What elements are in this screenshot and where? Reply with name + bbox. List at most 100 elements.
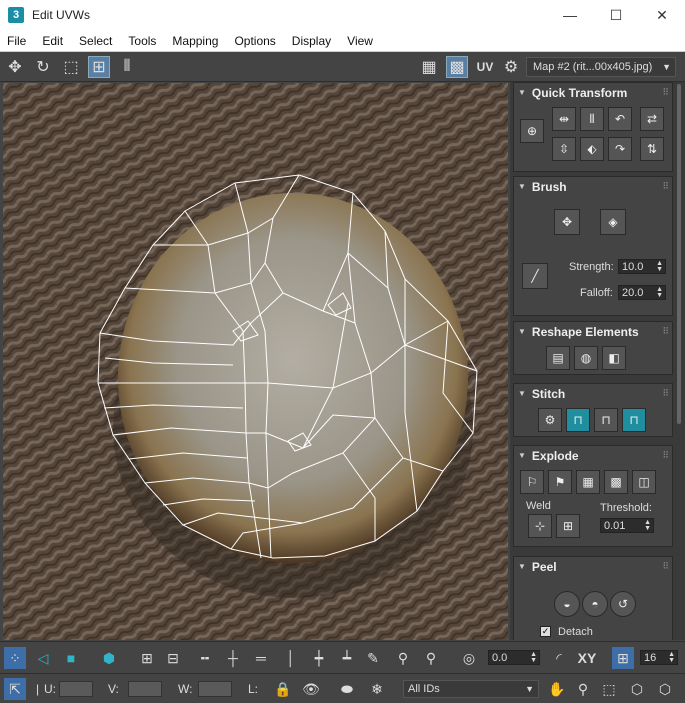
explode-header[interactable]: ▼ Explode <box>514 446 672 465</box>
pan-icon[interactable]: ✋ <box>546 678 568 700</box>
loop-icon[interactable]: ╍ <box>194 647 216 669</box>
menu-view[interactable]: View <box>339 34 381 48</box>
peel-mode-icon[interactable]: ◓ <box>582 591 608 617</box>
rotate-cw-icon[interactable]: ↷ <box>608 137 632 161</box>
freeform-icon[interactable]: ⊞ <box>88 56 110 78</box>
threshold-spinner[interactable]: 0.01 ▲ ▼ <box>600 518 654 533</box>
falloff-curve-icon[interactable]: ╱ <box>522 263 548 289</box>
straighten-icon[interactable]: ▤ <box>546 346 570 370</box>
grow-selection-icon[interactable]: ⊞ <box>136 647 158 669</box>
menu-options[interactable]: Options <box>226 34 283 48</box>
break-by-uv-icon[interactable]: ▩ <box>604 470 628 494</box>
stitch-header[interactable]: ▼ Stitch <box>514 384 672 403</box>
zoom-extents-icon[interactable]: ⬡ <box>626 678 648 700</box>
brush-header[interactable]: ▼ Brush <box>514 177 672 196</box>
reset-peel-icon[interactable]: ↺ <box>610 591 636 617</box>
menu-bar: File Edit Select Tools Mapping Options D… <box>0 30 685 52</box>
align-vertical-icon[interactable]: ⇳ <box>552 137 576 161</box>
shrink-selection-icon[interactable]: ⊟ <box>162 647 184 669</box>
set-pivot-icon[interactable]: ⊕ <box>520 119 544 143</box>
uv-canvas[interactable] <box>3 83 508 640</box>
element-select-icon[interactable]: ⬢ <box>98 647 120 669</box>
ring-icon[interactable]: ┼ <box>222 647 244 669</box>
rotation-spinner[interactable]: 0.0 ▲ ▼ <box>488 650 540 665</box>
falloff-spinner[interactable]: 20.0 ▲ ▼ <box>618 285 666 300</box>
rotate-ccw-icon[interactable]: ↶ <box>608 107 632 131</box>
strength-spinner[interactable]: 10.0 ▲ ▼ <box>618 259 666 274</box>
space-horizontal-icon[interactable]: ⦀ <box>580 107 604 131</box>
stitch-custom-icon[interactable]: ⚙ <box>538 408 562 432</box>
menu-display[interactable]: Display <box>284 34 339 48</box>
menu-select[interactable]: Select <box>71 34 120 48</box>
break-by-material-icon[interactable]: ⚑ <box>548 470 572 494</box>
polygon-select-icon[interactable]: ■ <box>60 647 82 669</box>
uv-toggle[interactable]: UV <box>474 56 496 78</box>
freeze-icon[interactable]: ❄ <box>366 678 388 700</box>
u-field[interactable] <box>59 681 93 697</box>
material-id-select[interactable]: All IDs ▼ <box>403 680 539 698</box>
xy-button[interactable]: XY <box>574 647 600 669</box>
grid-snap-icon[interactable]: ⊞ <box>612 647 634 669</box>
checker-icon[interactable]: ▦ <box>418 56 440 78</box>
zoom-region-icon[interactable]: ⬚ <box>598 678 620 700</box>
paint-grow-icon[interactable]: ⚲ <box>392 647 414 669</box>
menu-mapping[interactable]: Mapping <box>164 34 226 48</box>
show-map-icon[interactable]: ▩ <box>446 56 468 78</box>
soft-selection-icon[interactable]: ◜ <box>548 647 570 669</box>
quick-transform-header[interactable]: ▼ Quick Transform <box>514 83 672 102</box>
pivot-rotate-icon[interactable]: ◎ <box>458 647 480 669</box>
relax-icon[interactable]: ◍ <box>574 346 598 370</box>
scale-icon[interactable]: ⬚ <box>60 56 82 78</box>
uv-viewport[interactable] <box>3 83 508 640</box>
w-field[interactable] <box>198 681 232 697</box>
rotate-icon[interactable]: ↻ <box>32 56 54 78</box>
paint-move-icon[interactable]: ✥ <box>554 209 580 235</box>
panel-scrollbar[interactable] <box>676 82 682 640</box>
detach-checkbox[interactable]: ✓ <box>540 626 551 637</box>
flip-vertical-icon[interactable]: ⇅ <box>640 137 664 161</box>
hide-icon[interactable]: 👁 <box>300 678 322 700</box>
mirror-icon[interactable]: ⫴ <box>116 56 138 78</box>
align-horizontal-icon[interactable]: ⇹ <box>552 107 576 131</box>
align-to-edge-icon[interactable]: ⬖ <box>580 137 604 161</box>
edge-select-icon[interactable]: ◁ <box>32 647 54 669</box>
menu-file[interactable]: File <box>0 34 34 48</box>
lock-icon[interactable]: 🔒 <box>272 678 294 700</box>
close-button[interactable]: ✕ <box>639 0 685 30</box>
freeze-mask-icon[interactable]: ⬬ <box>336 678 358 700</box>
pin-icon[interactable]: ┷ <box>336 647 358 669</box>
map-select[interactable]: Map #2 (rit...00x405.jpg) ▼ <box>526 57 676 77</box>
edge-loop-icon[interactable]: ═ <box>250 647 272 669</box>
weld-all-icon[interactable]: ⊞ <box>556 514 580 538</box>
peel-header[interactable]: ▼ Peel <box>514 557 672 576</box>
quick-peel-icon[interactable]: ◒ <box>554 591 580 617</box>
break-icon[interactable]: ◫ <box>632 470 656 494</box>
stitch-source-icon[interactable]: ⊓ <box>566 408 590 432</box>
menu-edit[interactable]: Edit <box>34 34 71 48</box>
move-icon[interactable]: ✥ <box>4 56 26 78</box>
vertex-select-icon[interactable]: ⁘ <box>4 647 26 669</box>
reshape-header[interactable]: ▼ Reshape Elements <box>514 322 672 341</box>
stitch-target-icon[interactable]: ⊓ <box>622 408 646 432</box>
rectify-icon[interactable]: ◧ <box>602 346 626 370</box>
zoom-selected-icon[interactable]: ⬡ <box>654 678 676 700</box>
align-icon[interactable]: ┿ <box>308 647 330 669</box>
map-settings-icon[interactable]: ⚙ <box>500 56 522 78</box>
maximize-button[interactable]: ☐ <box>593 0 639 30</box>
grid-size-spinner[interactable]: 16 ▲ ▼ <box>640 650 678 665</box>
point-to-point-icon[interactable]: │ <box>280 647 302 669</box>
paint-shrink-icon[interactable]: ⚲ <box>420 647 442 669</box>
relax-brush-icon[interactable]: ◈ <box>600 209 626 235</box>
break-by-smoothing-icon[interactable]: ⚐ <box>520 470 544 494</box>
paint-select-icon[interactable]: ✎ <box>362 647 384 669</box>
weld-selected-icon[interactable]: ⊹ <box>528 514 552 538</box>
flip-horizontal-icon[interactable]: ⇄ <box>640 107 664 131</box>
v-field[interactable] <box>128 681 162 697</box>
stitch-average-icon[interactable]: ⊓ <box>594 408 618 432</box>
scrollbar-thumb[interactable] <box>677 84 681 424</box>
break-by-polygroup-icon[interactable]: ▦ <box>576 470 600 494</box>
absolute-offset-icon[interactable]: ⇱ <box>4 678 26 700</box>
zoom-icon[interactable]: ⚲ <box>572 678 594 700</box>
minimize-button[interactable]: — <box>547 0 593 30</box>
menu-tools[interactable]: Tools <box>120 34 164 48</box>
